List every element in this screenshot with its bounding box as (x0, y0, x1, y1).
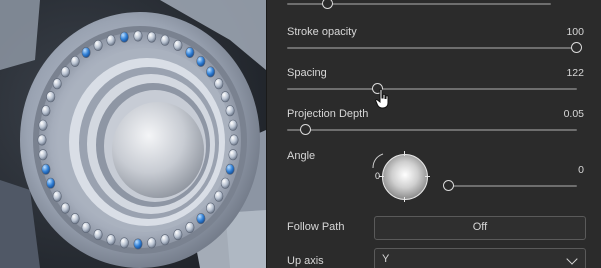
bead (196, 55, 206, 67)
spacing-value: 122 (566, 67, 584, 79)
bead (81, 222, 91, 234)
angle-track[interactable] (447, 185, 577, 187)
angle-label: Angle (287, 150, 316, 162)
bead (220, 91, 230, 103)
bead (106, 234, 116, 246)
angle-dial-tick-top (404, 151, 405, 156)
bead (173, 39, 183, 51)
follow-path-button-label: Off (472, 221, 488, 233)
bead (70, 213, 80, 225)
bead (214, 190, 224, 202)
viewport-3d[interactable] (0, 0, 266, 268)
bead (225, 105, 235, 117)
follow-path-label: Follow Path (287, 221, 345, 233)
render-scene (0, 0, 266, 268)
bead (147, 31, 157, 43)
bead (173, 229, 183, 241)
angle-dial[interactable] (382, 154, 428, 200)
follow-path-toggle-button[interactable]: Off (374, 216, 586, 240)
bead (46, 91, 56, 103)
bead (133, 30, 143, 42)
projection-depth-label: Projection Depth (287, 108, 369, 120)
up-axis-label: Up axis (287, 255, 324, 267)
bead (41, 105, 51, 117)
bead (220, 177, 230, 189)
bead (147, 237, 157, 249)
stroke-opacity-track[interactable] (287, 47, 577, 49)
bead (119, 31, 129, 43)
bead (46, 177, 56, 189)
bead (206, 202, 216, 214)
bead (93, 229, 103, 241)
bead (41, 163, 51, 175)
top-slider-thumb[interactable] (322, 0, 333, 9)
projection-depth-track[interactable] (287, 129, 577, 131)
bead (52, 190, 62, 202)
angle-dial-zero-label: 0 (375, 171, 381, 181)
properties-panel: Stroke opacity 100 Spacing 122 Projectio… (266, 0, 601, 268)
bead (38, 119, 48, 131)
bead (60, 66, 70, 78)
bead (133, 238, 143, 250)
stroke-opacity-thumb[interactable] (571, 42, 582, 53)
projection-depth-thumb[interactable] (300, 124, 311, 135)
angle-dial-tick-right (425, 176, 430, 177)
bead (160, 34, 170, 46)
spacing-label: Spacing (287, 67, 327, 79)
bead (38, 149, 48, 161)
up-axis-selected-value: Y (382, 253, 390, 265)
bead (160, 234, 170, 246)
bead (185, 46, 195, 58)
bead (106, 34, 116, 46)
bead (206, 66, 216, 78)
bead (81, 46, 91, 58)
bead (70, 55, 80, 67)
angle-dial-tick-bottom (404, 197, 405, 202)
bead (214, 78, 224, 90)
pointer-cursor-icon (375, 88, 389, 109)
bead (52, 78, 62, 90)
angle-thumb[interactable] (443, 180, 454, 191)
up-axis-select[interactable]: Y (374, 248, 586, 268)
stroke-opacity-label: Stroke opacity (287, 26, 357, 38)
spacing-track[interactable] (287, 88, 577, 90)
chevron-down-icon (566, 253, 578, 265)
angle-value: 0 (578, 164, 584, 176)
bead (228, 149, 238, 161)
projection-depth-value: 0.05 (563, 108, 584, 120)
bead (93, 39, 103, 51)
bead (119, 237, 129, 249)
bead (196, 213, 206, 225)
bead (225, 163, 235, 175)
bead (228, 119, 238, 131)
bead (37, 134, 47, 146)
bead (185, 222, 195, 234)
bead (229, 134, 239, 146)
stroke-opacity-value: 100 (566, 26, 584, 38)
bead (60, 202, 70, 214)
